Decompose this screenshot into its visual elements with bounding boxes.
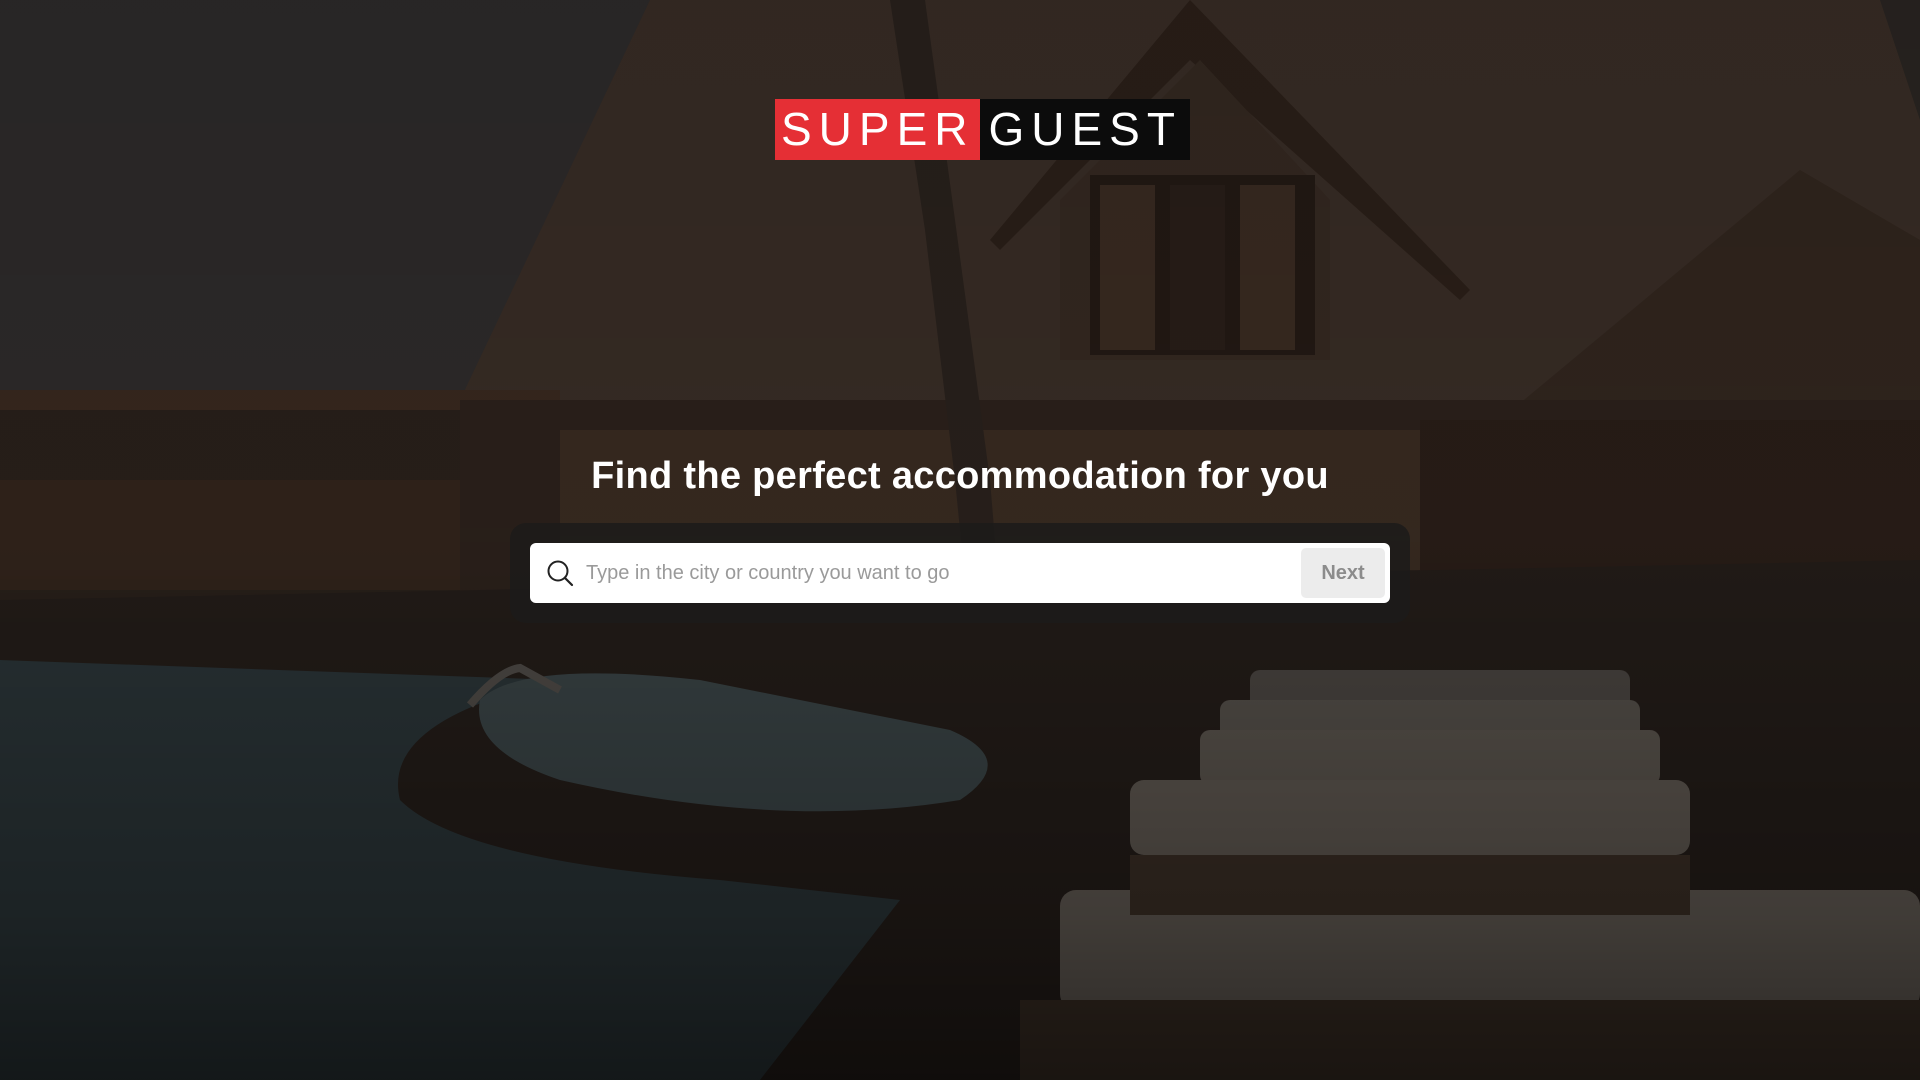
landing-page: SUPER GUEST Find the perfect accommodati… bbox=[0, 0, 1920, 1080]
destination-search-input[interactable] bbox=[586, 553, 1301, 593]
logo-super-text: SUPER bbox=[775, 99, 981, 160]
search-bar: Next bbox=[530, 543, 1390, 603]
logo-guest-text: GUEST bbox=[980, 99, 1190, 160]
search-panel: Next bbox=[510, 523, 1410, 623]
search-icon bbox=[546, 559, 574, 587]
superguest-logo[interactable]: SUPER GUEST bbox=[775, 99, 1190, 160]
hero-headline: Find the perfect accommodation for you bbox=[591, 455, 1329, 497]
next-button[interactable]: Next bbox=[1301, 548, 1385, 598]
